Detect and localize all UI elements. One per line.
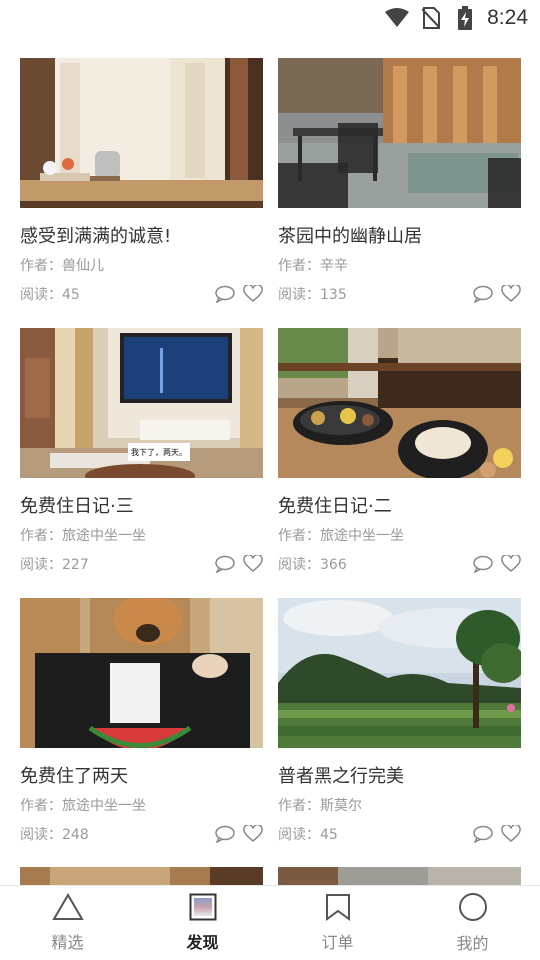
article-card[interactable]: 免费住了两天 作者：旅途中坐一坐 阅读：248 — [20, 598, 263, 868]
battery-charging-icon — [453, 6, 477, 30]
article-meta: 阅读：45 — [278, 824, 521, 844]
article-meta: 阅读：227 — [20, 554, 263, 574]
like-heart-icon[interactable] — [243, 285, 263, 303]
square-icon — [189, 893, 217, 925]
article-card[interactable]: 普者黑之行完美 作者：斯莫尔 阅读：45 — [278, 598, 521, 868]
bottom-tab-bar: 精选 发现 订单 我的 — [0, 885, 540, 960]
read-count: 阅读：227 — [20, 557, 89, 573]
article-title[interactable]: 免费住日记·三 — [20, 495, 263, 519]
clock: 8:24 — [487, 6, 528, 29]
like-heart-icon[interactable] — [501, 555, 521, 573]
no-sim-icon — [419, 6, 443, 30]
article-thumbnail[interactable] — [278, 328, 521, 478]
comment-icon[interactable] — [473, 825, 493, 843]
comment-icon[interactable] — [215, 825, 235, 843]
article-card[interactable]: 茶园中的幽静山居 作者：辛辛 阅读：135 — [278, 58, 521, 328]
article-author: 作者：斯莫尔 — [278, 798, 362, 814]
article-title[interactable]: 感受到满满的诚意! — [20, 225, 263, 249]
circle-icon — [458, 892, 488, 926]
comment-icon[interactable] — [215, 555, 235, 573]
read-count: 阅读：45 — [20, 287, 80, 303]
comment-icon[interactable] — [473, 555, 493, 573]
tab-featured[interactable]: 精选 — [0, 886, 135, 960]
article-meta: 阅读：45 — [20, 284, 263, 304]
like-heart-icon[interactable] — [501, 825, 521, 843]
article-author: 作者：旅途中坐一坐 — [278, 528, 404, 544]
tab-discover[interactable]: 发现 — [135, 886, 270, 960]
article-author: 作者：兽仙儿 — [20, 258, 104, 274]
article-thumbnail-partial[interactable] — [278, 867, 521, 887]
article-thumbnail[interactable] — [278, 598, 521, 748]
status-bar: 8:24 — [0, 0, 540, 36]
article-title[interactable]: 普者黑之行完美 — [278, 765, 521, 789]
article-meta: 阅读：248 — [20, 824, 263, 844]
tab-label: 精选 — [51, 933, 84, 952]
read-count: 阅读：248 — [20, 827, 89, 843]
next-row-thumbnails — [20, 867, 521, 887]
read-count: 阅读：135 — [278, 287, 347, 303]
article-title[interactable]: 免费住了两天 — [20, 765, 263, 789]
tab-label: 发现 — [186, 933, 219, 952]
tab-orders[interactable]: 订单 — [270, 886, 405, 960]
article-author: 作者：旅途中坐一坐 — [20, 798, 146, 814]
article-card[interactable]: 我下了，两天。 免费住日记·三 作者：旅途中坐一坐 阅读：227 — [20, 328, 263, 598]
tab-label: 订单 — [321, 933, 354, 952]
like-heart-icon[interactable] — [501, 285, 521, 303]
article-author: 作者：旅途中坐一坐 — [20, 528, 146, 544]
read-count: 阅读：45 — [278, 827, 338, 843]
like-heart-icon[interactable] — [243, 825, 263, 843]
article-meta: 阅读：135 — [278, 284, 521, 304]
article-card[interactable]: 感受到满满的诚意! 作者：兽仙儿 阅读：45 — [20, 58, 263, 328]
article-title[interactable]: 茶园中的幽静山居 — [278, 225, 521, 249]
article-meta: 阅读：366 — [278, 554, 521, 574]
article-thumbnail[interactable]: 我下了，两天。 — [20, 328, 263, 478]
wifi-icon — [385, 6, 410, 30]
article-author: 作者：辛辛 — [278, 258, 348, 274]
article-title[interactable]: 免费住日记·二 — [278, 495, 521, 519]
read-count: 阅读：366 — [278, 557, 347, 573]
bookmark-icon — [325, 893, 351, 925]
comment-icon[interactable] — [473, 285, 493, 303]
photo-caption: 我下了，两天。 — [131, 447, 187, 457]
tab-label: 我的 — [456, 934, 489, 953]
tab-profile[interactable]: 我的 — [405, 886, 540, 960]
article-thumbnail[interactable] — [278, 58, 521, 208]
comment-icon[interactable] — [215, 285, 235, 303]
article-thumbnail[interactable] — [20, 58, 263, 208]
article-thumbnail[interactable] — [20, 598, 263, 748]
triangle-icon — [51, 893, 84, 925]
article-card[interactable]: 免费住日记·二 作者：旅途中坐一坐 阅读：366 — [278, 328, 521, 598]
article-thumbnail-partial[interactable] — [20, 867, 263, 887]
like-heart-icon[interactable] — [243, 555, 263, 573]
article-grid: 感受到满满的诚意! 作者：兽仙儿 阅读：45 茶园中的幽静山居 作者：辛辛 阅读… — [20, 58, 521, 868]
